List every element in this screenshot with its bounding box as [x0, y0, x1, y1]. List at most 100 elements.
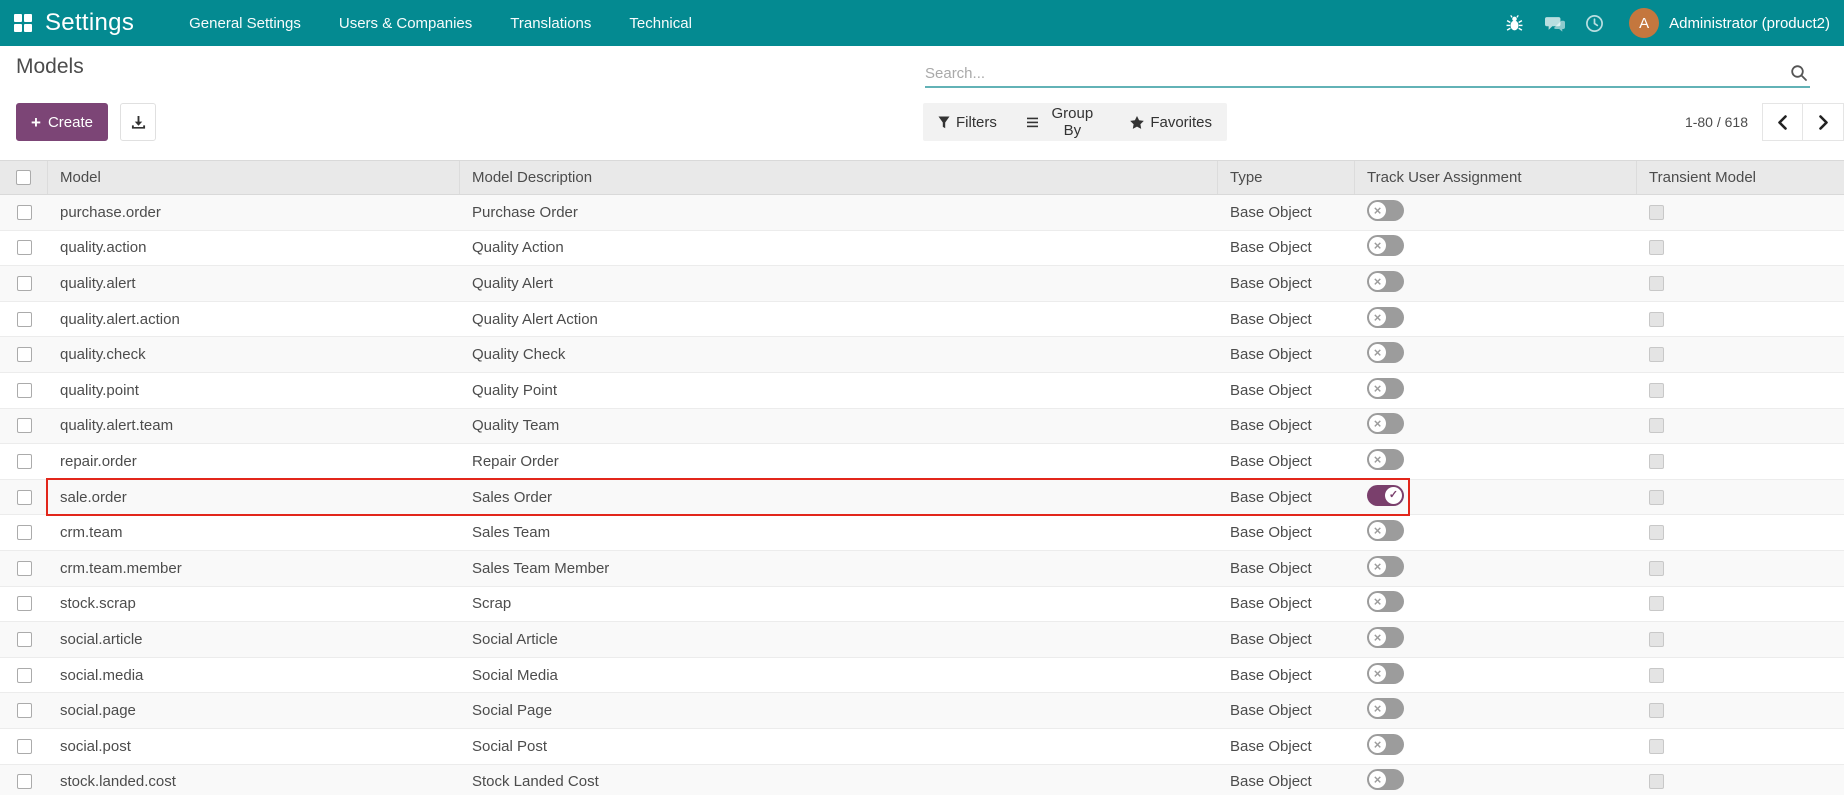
type-cell[interactable]: Base Object	[1218, 524, 1355, 541]
track-toggle[interactable]: ×	[1367, 306, 1404, 328]
track-toggle[interactable]: ×	[1367, 555, 1404, 577]
model-description-cell[interactable]: Quality Alert	[460, 275, 1218, 292]
type-cell[interactable]: Base Object	[1218, 773, 1355, 790]
track-toggle[interactable]: ×	[1367, 270, 1404, 292]
transient-checkbox[interactable]	[1649, 418, 1664, 434]
track-toggle[interactable]: ×	[1367, 698, 1404, 720]
model-cell[interactable]: social.media	[48, 667, 460, 684]
model-cell[interactable]: crm.team	[48, 524, 460, 541]
type-cell[interactable]: Base Object	[1218, 738, 1355, 755]
messages-icon[interactable]	[1545, 13, 1566, 33]
type-cell[interactable]: Base Object	[1218, 311, 1355, 328]
row-checkbox[interactable]	[16, 774, 32, 790]
model-description-cell[interactable]: Scrap	[460, 595, 1218, 612]
model-description-cell[interactable]: Stock Landed Cost	[460, 773, 1218, 790]
track-toggle[interactable]: ×	[1367, 662, 1404, 684]
column-header-transient-model[interactable]: Transient Model	[1637, 161, 1844, 194]
track-toggle[interactable]: ×	[1367, 342, 1404, 364]
row-checkbox[interactable]	[16, 525, 32, 541]
model-cell[interactable]: social.post	[48, 738, 460, 755]
row-checkbox[interactable]	[16, 667, 32, 683]
model-description-cell[interactable]: Sales Order	[460, 489, 1218, 506]
model-description-cell[interactable]: Quality Action	[460, 239, 1218, 256]
model-description-cell[interactable]: Quality Point	[460, 382, 1218, 399]
app-title[interactable]: Settings	[45, 9, 134, 37]
track-toggle[interactable]: ×	[1367, 733, 1404, 755]
table-row[interactable]: stock.scrap Scrap Base Object ×	[0, 586, 1844, 623]
apps-grid-icon[interactable]	[14, 14, 32, 32]
model-description-cell[interactable]: Social Media	[460, 667, 1218, 684]
track-toggle[interactable]: ×	[1367, 626, 1404, 648]
row-checkbox[interactable]	[16, 738, 32, 754]
table-row[interactable]: quality.alert.action Quality Alert Actio…	[0, 301, 1844, 338]
track-toggle[interactable]: ×	[1367, 448, 1404, 470]
row-checkbox[interactable]	[16, 631, 32, 647]
track-toggle[interactable]: ×	[1367, 413, 1404, 435]
type-cell[interactable]: Base Object	[1218, 417, 1355, 434]
model-cell[interactable]: quality.alert.team	[48, 417, 460, 434]
track-toggle[interactable]: ×	[1367, 235, 1404, 257]
table-row[interactable]: quality.alert.team Quality Team Base Obj…	[0, 408, 1844, 445]
menu-translations[interactable]: Translations	[491, 0, 610, 46]
type-cell[interactable]: Base Object	[1218, 275, 1355, 292]
column-header-track-user-assignment[interactable]: Track User Assignment	[1355, 161, 1637, 194]
type-cell[interactable]: Base Object	[1218, 382, 1355, 399]
transient-checkbox[interactable]	[1649, 703, 1664, 719]
table-row[interactable]: crm.team.member Sales Team Member Base O…	[0, 550, 1844, 587]
transient-checkbox[interactable]	[1649, 560, 1664, 576]
row-checkbox[interactable]	[16, 560, 32, 576]
transient-checkbox[interactable]	[1649, 204, 1664, 220]
type-cell[interactable]: Base Object	[1218, 346, 1355, 363]
model-cell[interactable]: quality.alert	[48, 275, 460, 292]
pager-previous-button[interactable]	[1762, 103, 1803, 141]
model-description-cell[interactable]: Social Post	[460, 738, 1218, 755]
menu-technical[interactable]: Technical	[610, 0, 711, 46]
transient-checkbox[interactable]	[1649, 311, 1664, 327]
filters-button[interactable]: Filters	[923, 103, 1012, 141]
model-cell[interactable]: quality.action	[48, 239, 460, 256]
type-cell[interactable]: Base Object	[1218, 489, 1355, 506]
type-cell[interactable]: Base Object	[1218, 204, 1355, 221]
row-checkbox[interactable]	[16, 204, 32, 220]
search-input[interactable]	[925, 64, 1788, 82]
column-header-type[interactable]: Type	[1218, 161, 1355, 194]
model-description-cell[interactable]: Quality Check	[460, 346, 1218, 363]
table-row[interactable]: purchase.order Purchase Order Base Objec…	[0, 195, 1844, 231]
transient-checkbox[interactable]	[1649, 738, 1664, 754]
table-row[interactable]: quality.point Quality Point Base Object …	[0, 372, 1844, 409]
user-avatar[interactable]: A	[1629, 8, 1660, 38]
table-row[interactable]: quality.check Quality Check Base Object …	[0, 337, 1844, 373]
group-by-button[interactable]: Group By	[1012, 103, 1115, 141]
model-cell[interactable]: social.article	[48, 631, 460, 648]
type-cell[interactable]: Base Object	[1218, 595, 1355, 612]
transient-checkbox[interactable]	[1649, 382, 1664, 398]
track-toggle[interactable]: ×	[1367, 591, 1404, 613]
type-cell[interactable]: Base Object	[1218, 702, 1355, 719]
model-description-cell[interactable]: Sales Team Member	[460, 560, 1218, 577]
table-row[interactable]: social.page Social Page Base Object ×	[0, 693, 1844, 729]
transient-checkbox[interactable]	[1649, 275, 1664, 291]
type-cell[interactable]: Base Object	[1218, 453, 1355, 470]
model-description-cell[interactable]: Quality Alert Action	[460, 311, 1218, 328]
table-row[interactable]: stock.landed.cost Stock Landed Cost Base…	[0, 764, 1844, 795]
model-cell[interactable]: social.page	[48, 702, 460, 719]
model-cell[interactable]: crm.team.member	[48, 560, 460, 577]
transient-checkbox[interactable]	[1649, 596, 1664, 612]
menu-users-companies[interactable]: Users & Companies	[320, 0, 491, 46]
model-description-cell[interactable]: Sales Team	[460, 524, 1218, 541]
model-cell[interactable]: repair.order	[48, 453, 460, 470]
transient-checkbox[interactable]	[1649, 774, 1664, 790]
favorites-button[interactable]: Favorites	[1115, 103, 1227, 141]
transient-checkbox[interactable]	[1649, 347, 1664, 363]
table-row[interactable]: quality.alert Quality Alert Base Object …	[0, 266, 1844, 302]
type-cell[interactable]: Base Object	[1218, 239, 1355, 256]
table-row[interactable]: social.post Social Post Base Object ×	[0, 728, 1844, 765]
model-description-cell[interactable]: Repair Order	[460, 453, 1218, 470]
transient-checkbox[interactable]	[1649, 453, 1664, 469]
row-checkbox[interactable]	[16, 489, 32, 505]
column-header-model[interactable]: Model	[48, 161, 460, 194]
row-checkbox[interactable]	[16, 275, 32, 291]
model-cell[interactable]: quality.point	[48, 382, 460, 399]
track-toggle[interactable]: ✓	[1367, 484, 1404, 506]
row-checkbox[interactable]	[16, 418, 32, 434]
